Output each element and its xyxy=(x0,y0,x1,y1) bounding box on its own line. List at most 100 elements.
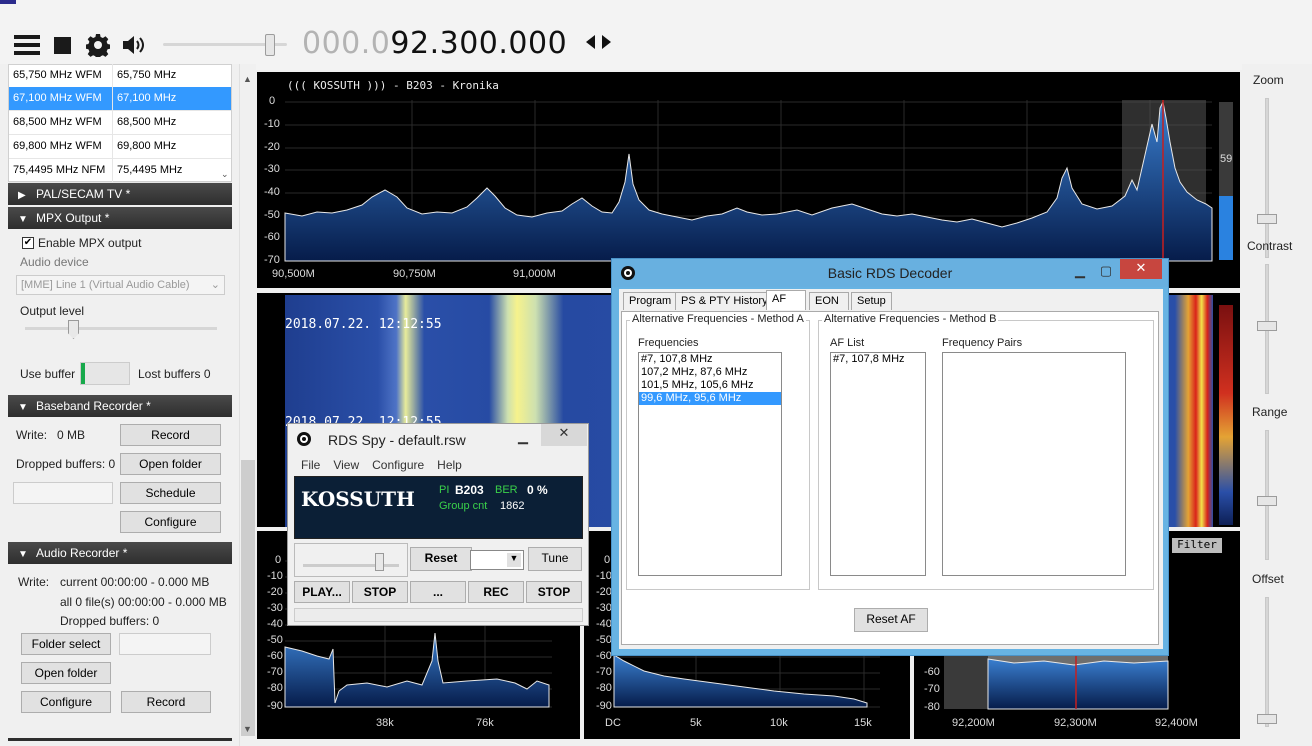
y-tick-label: -20 xyxy=(596,586,612,598)
rds-spy-window: RDS Spy - default.rsw ▁ ✕ File View Conf… xyxy=(287,423,589,626)
section-title: Baseband Recorder * xyxy=(36,399,151,413)
menu-help[interactable]: Help xyxy=(437,458,462,472)
close-icon[interactable]: ✕ xyxy=(541,424,587,446)
station-select[interactable]: ▼ xyxy=(470,550,524,570)
x-tick-label: 76k xyxy=(476,717,494,729)
chevron-down-icon: ▼ xyxy=(507,553,521,567)
frequency-pairs-list[interactable] xyxy=(942,352,1126,576)
list-item[interactable]: 68,500 MHz WFM 68,500 MHz xyxy=(9,111,231,135)
offset-slider[interactable] xyxy=(1265,597,1269,727)
range-slider[interactable] xyxy=(1265,430,1269,560)
minimize-icon[interactable]: ▁ xyxy=(512,428,534,448)
frequency-value: 92.300.000 xyxy=(390,26,568,61)
audio-all-value: all 0 file(s) 00:00:00 - 0.000 MB xyxy=(60,595,227,609)
left-panel-scrollbar-thumb[interactable] xyxy=(241,460,255,736)
y-tick-label: -30 xyxy=(596,602,612,614)
menu-file[interactable]: File xyxy=(301,458,320,472)
scroll-up-icon[interactable]: ▲ xyxy=(243,74,252,84)
maximize-icon[interactable]: ▢ xyxy=(1096,262,1116,282)
y-tick-label: -70 xyxy=(264,254,280,266)
list-item[interactable]: 65,750 MHz WFM 65,750 MHz xyxy=(9,64,231,88)
baseband-open-folder-button[interactable]: Open folder xyxy=(120,453,221,475)
level-slider-box[interactable] xyxy=(294,543,408,577)
reset-af-button[interactable]: Reset AF xyxy=(854,608,928,632)
output-level-slider[interactable] xyxy=(25,327,217,330)
display-controls: Zoom Contrast Range Offset xyxy=(1242,64,1312,746)
stop-button[interactable]: STOP xyxy=(352,581,408,603)
rds-spy-titlebar[interactable]: RDS Spy - default.rsw ▁ ✕ xyxy=(288,424,588,454)
audio-record-button[interactable]: Record xyxy=(121,691,211,713)
baseband-path-field[interactable] xyxy=(13,482,113,504)
tab-ps-pty-history[interactable]: PS & PTY History xyxy=(675,292,774,310)
use-buffer-toggle[interactable] xyxy=(80,362,130,385)
baseband-record-button[interactable]: Record xyxy=(120,424,221,446)
list-item[interactable]: #7, 107,8 MHz xyxy=(831,353,925,366)
volume-slider[interactable] xyxy=(163,34,287,56)
list-scroll-down-icon[interactable]: ⌄ xyxy=(221,169,229,180)
list-item[interactable]: #7, 107,8 MHz xyxy=(639,353,781,366)
y-tick-label: -60 xyxy=(264,231,280,243)
scroll-down-icon[interactable]: ▼ xyxy=(243,724,252,734)
section-pal-secam[interactable]: ▶ PAL/SECAM TV * xyxy=(8,183,232,205)
volume-slider-thumb[interactable] xyxy=(265,34,275,56)
section-title: MPX Output * xyxy=(36,211,110,225)
minimize-icon[interactable]: ▁ xyxy=(1070,262,1090,282)
audio-current-value: current 00:00:00 - 0.000 MB xyxy=(60,575,210,589)
audio-configure-button[interactable]: Configure xyxy=(21,691,111,713)
offset-slider-thumb[interactable] xyxy=(1257,714,1277,724)
play-button[interactable]: PLAY... xyxy=(294,581,350,603)
lost-buffers-label: Lost buffers 0 xyxy=(138,367,211,381)
list-item[interactable]: 75,4495 MHz NFM 75,4495 MHz xyxy=(9,159,231,183)
section-mpx-output[interactable]: ▼ MPX Output * xyxy=(8,207,232,229)
baseband-schedule-button[interactable]: Schedule xyxy=(120,482,221,504)
gear-icon[interactable] xyxy=(85,33,111,60)
list-item[interactable]: 67,100 MHz WFM 67,100 MHz xyxy=(9,87,231,111)
list-item-name: 68,500 MHz WFM xyxy=(9,111,113,134)
audio-device-select[interactable]: [MME] Line 1 (Virtual Audio Cable) ⌄ xyxy=(16,275,225,295)
list-item[interactable]: 99,6 MHz, 95,6 MHz xyxy=(639,392,781,405)
x-tick-label: 15k xyxy=(854,717,872,729)
frequency-display[interactable]: 000.092.300.000 xyxy=(302,26,567,61)
level-slider-thumb[interactable] xyxy=(375,553,384,571)
section-audio-recorder[interactable]: ▼ Audio Recorder * xyxy=(8,542,232,564)
rec-button[interactable]: REC xyxy=(468,581,524,603)
left-panel-scrollbar[interactable]: ▲ ▼ xyxy=(239,64,256,746)
tab-eon[interactable]: EON xyxy=(809,292,849,310)
browse-button[interactable]: ... xyxy=(410,581,466,603)
audio-folder-select-button[interactable]: Folder select xyxy=(21,633,111,655)
audio-open-folder-button[interactable]: Open folder xyxy=(21,662,111,684)
list-item[interactable]: 101,5 MHz, 105,6 MHz xyxy=(639,379,781,392)
hamburger-menu-icon[interactable] xyxy=(14,34,40,61)
list-item[interactable]: 107,2 MHz, 87,6 MHz xyxy=(639,366,781,379)
section-baseband-recorder[interactable]: ▼ Baseband Recorder * xyxy=(8,395,232,417)
tune-button[interactable]: Tune xyxy=(528,547,582,571)
menu-view[interactable]: View xyxy=(333,458,359,472)
stop-icon[interactable] xyxy=(54,37,72,58)
frequency-manager-list[interactable]: 65,750 MHz WFM 65,750 MHz 67,100 MHz WFM 6… xyxy=(8,64,232,183)
af-list[interactable]: #7, 107,8 MHz xyxy=(830,352,926,576)
tab-af[interactable]: AF xyxy=(766,290,806,310)
main-spectrum-panel[interactable]: ((( KOSSUTH ))) - B203 - Kronika 0 -10 -… xyxy=(257,72,1240,288)
filter-label[interactable]: Filter xyxy=(1172,538,1222,553)
audio-path-field[interactable] xyxy=(119,633,211,655)
audio-device-value: [MME] Line 1 (Virtual Audio Cable) xyxy=(21,279,190,291)
rds-decoder-titlebar[interactable]: Basic RDS Decoder ▁ ▢ ✕ xyxy=(612,259,1168,287)
left-right-arrows-icon[interactable] xyxy=(585,34,613,55)
baseband-configure-button[interactable]: Configure xyxy=(120,511,221,533)
speaker-icon[interactable] xyxy=(121,34,149,59)
contrast-slider-thumb[interactable] xyxy=(1257,321,1277,331)
list-item[interactable]: 69,800 MHz WFM 69,800 MHz xyxy=(9,135,231,159)
reset-button[interactable]: Reset xyxy=(410,547,472,571)
tab-setup[interactable]: Setup xyxy=(851,292,892,310)
tab-program[interactable]: Program xyxy=(623,292,678,310)
range-slider-thumb[interactable] xyxy=(1257,496,1277,506)
list-item-name: 69,800 MHz WFM xyxy=(9,135,113,158)
stop-rec-button[interactable]: STOP xyxy=(526,581,582,603)
frequencies-list[interactable]: #7, 107,8 MHz 107,2 MHz, 87,6 MHz 101,5 … xyxy=(638,352,782,576)
zoom-slider[interactable] xyxy=(1265,98,1269,258)
zoom-slider-thumb[interactable] xyxy=(1257,214,1277,224)
enable-mpx-checkbox[interactable]: ✔ xyxy=(22,237,34,249)
close-icon[interactable]: ✕ xyxy=(1120,259,1162,279)
audio-trace xyxy=(613,654,868,708)
menu-configure[interactable]: Configure xyxy=(372,458,424,472)
